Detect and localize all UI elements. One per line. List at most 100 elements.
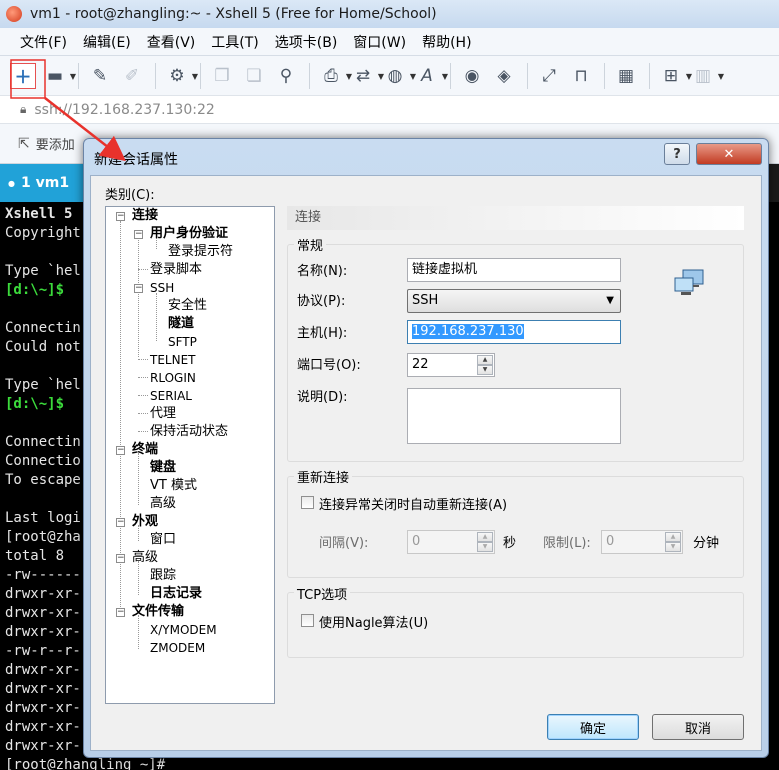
tree-item-login-script[interactable]: 登录脚本 [150,261,202,279]
spin-down-icon[interactable]: ▼ [477,542,493,552]
new-session-dialog: 新建会话属性 ? ✕ 类别(C): − 连接 − 用户身份验证 登录提示符 登录… [83,138,769,758]
interval-label: 间隔(V): [319,536,369,551]
protocol-select[interactable]: SSH ▼ [407,289,621,313]
port-field[interactable]: 22 ▲ ▼ [407,353,495,377]
hint-text: 要添加 [35,138,75,153]
tree-connector [138,359,148,360]
xshell-logo-icon [6,6,22,22]
tree-item-terminal-advanced[interactable]: 高级 [150,495,176,513]
new-session-icon[interactable]: ＋ [10,62,36,89]
host-field[interactable]: 192.168.237.130 [407,320,621,344]
find-icon[interactable]: ⚲ [273,63,299,89]
toolbar-divider [527,62,528,89]
disconnect-icon[interactable]: ✐ [119,63,145,89]
collapse-icon[interactable]: − [116,554,125,563]
tree-item-sftp[interactable]: SFTP [168,333,197,351]
reconnect-checkbox[interactable] [301,496,314,509]
description-field[interactable] [407,388,621,444]
tree-item-file-transfer[interactable]: 文件传输 [132,603,184,621]
spin-down-icon[interactable]: ▼ [665,542,681,552]
print-icon[interactable]: ⎙ ▼ [318,63,352,89]
protocol-label: 协议(P): [297,294,346,309]
tree-item-zmodem[interactable]: ZMODEM [150,639,205,657]
menu-tools[interactable]: 工具(T) [211,32,258,52]
tree-item-login-prompts[interactable]: 登录提示符 [168,243,233,261]
session-address[interactable]: ssh://192.168.237.130:22 [34,102,214,118]
tree-item-tunneling[interactable]: 隧道 [168,315,194,333]
tree-item-proxy[interactable]: 代理 [150,405,176,423]
nagle-checkbox[interactable] [301,614,314,627]
menu-edit[interactable]: 编辑(E) [83,32,131,52]
tree-item-keep-alive[interactable]: 保持活动状态 [150,423,228,441]
tab-vm1[interactable]: ● 1 vm1 [0,164,86,202]
toolbar-divider [78,62,79,89]
menu-help[interactable]: 帮助(H) [422,32,471,52]
tree-item-connection[interactable]: 连接 [132,207,158,225]
tree-item-telnet[interactable]: TELNET [150,351,196,369]
toolbar-divider [200,62,201,89]
tree-item-security[interactable]: 安全性 [168,297,207,315]
tree-connector [138,377,148,378]
nagle-checkbox-label[interactable]: 使用Nagle算法(U) [319,612,428,631]
script-icon[interactable]: ◈ [491,63,517,89]
collapse-icon[interactable]: − [134,230,143,239]
tree-item-terminal[interactable]: 终端 [132,441,158,459]
toolbar-divider [155,62,156,89]
close-button[interactable]: ✕ [696,143,762,165]
collapse-icon[interactable]: − [116,212,125,221]
paste-icon[interactable]: ❏ [241,63,267,89]
new-tab-icon[interactable]: ⊞ ▼ [658,63,692,89]
tree-item-appearance[interactable]: 外观 [132,513,158,531]
keyboard-icon[interactable]: ▦ [613,63,639,89]
help-button[interactable]: ? [664,143,690,165]
cancel-button[interactable]: 取消 [652,714,744,740]
globe-icon[interactable]: ◍ ▼ [382,63,416,89]
fullscreen-icon[interactable]: ⤢ [536,63,562,89]
connect-icon[interactable]: ✎ [87,63,113,89]
ok-button[interactable]: 确定 [547,714,639,740]
tree-item-logging[interactable]: 日志记录 [150,585,202,603]
spin-down-icon[interactable]: ▼ [477,365,493,375]
menu-view[interactable]: 查看(V) [147,32,196,52]
properties-icon[interactable]: ⚙ ▼ [164,63,198,89]
spin-up-icon[interactable]: ▲ [477,532,493,542]
copy-icon[interactable]: ❐ [209,63,235,89]
collapse-icon[interactable]: − [116,608,125,617]
spin-up-icon[interactable]: ▲ [665,532,681,542]
interval-spinner[interactable]: ▲ ▼ [477,532,493,552]
collapse-icon[interactable]: − [116,518,125,527]
menu-tab[interactable]: 选项卡(B) [275,32,338,52]
tree-item-serial[interactable]: SERIAL [150,387,192,405]
tree-item-advanced[interactable]: 高级 [132,549,158,567]
tree-item-trace[interactable]: 跟踪 [150,567,176,585]
tree-item-rlogin[interactable]: RLOGIN [150,369,196,387]
lock-icon[interactable]: ⊓ [568,63,594,89]
tree-item-authentication[interactable]: 用户身份验证 [150,225,228,243]
network-icon [674,269,704,295]
limit-field[interactable]: 0 ▲ ▼ [601,530,683,554]
menu-window[interactable]: 窗口(W) [353,32,406,52]
tree-item-xymodem[interactable]: X/YMODEM [150,621,217,639]
layout-icon[interactable]: ▥ ▼ [690,63,724,89]
collapse-icon[interactable]: − [116,446,125,455]
port-spinner[interactable]: ▲ ▼ [477,355,493,375]
menu-file[interactable]: 文件(F) [20,32,67,52]
limit-spinner[interactable]: ▲ ▼ [665,532,681,552]
tree-item-keyboard[interactable]: 键盘 [150,459,176,477]
transfer-icon[interactable]: ⇄ ▼ [350,63,384,89]
collapse-icon[interactable]: − [134,284,143,293]
xftp-icon[interactable]: ◉ [459,63,485,89]
tree-connector [138,453,139,505]
interval-field[interactable]: 0 ▲ ▼ [407,530,495,554]
tree-item-vt-mode[interactable]: VT 模式 [150,477,197,495]
port-value: 22 [412,357,429,372]
name-field[interactable]: 链接虚拟机 [407,258,621,282]
tree-item-window[interactable]: 窗口 [150,531,176,549]
reconnect-checkbox-label[interactable]: 连接异常关闭时自动重新连接(A) [319,494,507,513]
tree-connector [156,293,157,341]
font-icon[interactable]: A ▼ [414,63,448,89]
tree-item-ssh[interactable]: SSH [150,279,174,297]
open-folder-icon[interactable]: ▬ ▼ [42,63,76,89]
spin-up-icon[interactable]: ▲ [477,355,493,365]
dialog-title: 新建会话属性 [94,152,178,168]
